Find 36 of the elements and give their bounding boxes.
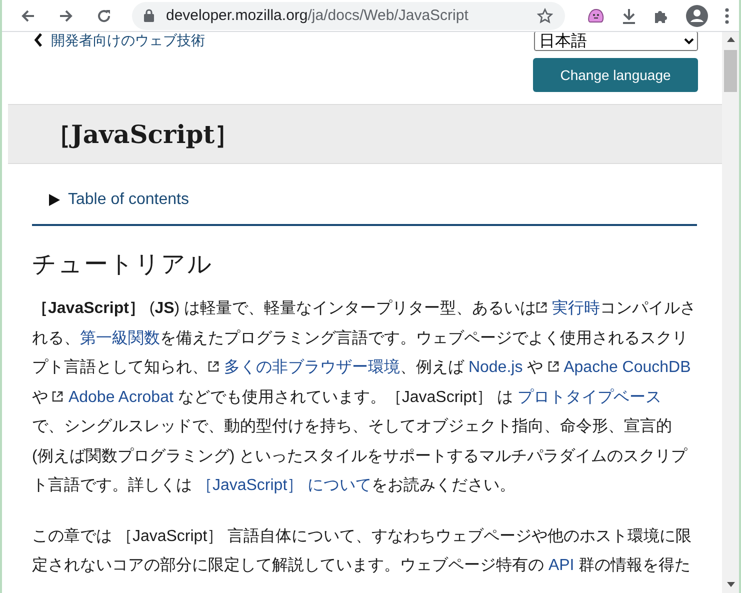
breadcrumb-link[interactable]: 開発者向けのウェブ技術 [51, 32, 205, 49]
external-link[interactable]: 多くの非ブラウザー環境 [208, 359, 400, 376]
reload-icon[interactable] [96, 8, 112, 24]
text-link[interactable]: API [548, 557, 574, 574]
bookmark-star-icon[interactable] [537, 8, 553, 24]
section-heading: チュートリアル [32, 249, 214, 280]
scroll-up-icon[interactable] [726, 37, 734, 42]
external-link-icon [208, 361, 219, 372]
forward-icon[interactable] [58, 8, 74, 24]
scroll-down-icon[interactable] [726, 582, 734, 587]
text-link[interactable]: プロトタイプベース [517, 388, 662, 406]
external-link-icon [536, 302, 548, 313]
external-link-icon [52, 390, 64, 402]
external-link[interactable]: Adobe Acrobat [52, 388, 174, 406]
text-link[interactable]: ［JavaScript］ について [196, 477, 372, 494]
change-language-button[interactable]: Change language [533, 58, 698, 92]
download-icon[interactable] [622, 8, 636, 24]
lock-icon[interactable] [144, 9, 154, 22]
page-title: ［JavaScript］ [46, 118, 240, 150]
external-link-icon [548, 361, 559, 372]
more-menu-icon[interactable] [725, 8, 729, 24]
disclosure-triangle-icon [48, 194, 60, 206]
external-link[interactable]: 実行時 [536, 300, 600, 317]
back-chevron-icon [34, 33, 43, 47]
blob-extension-icon[interactable] [587, 6, 605, 24]
paragraph: この章では ［JavaScript］ 言語自体について、すなわちウェブページや他のホスト環境に限定されないコアの部分に限定して解説しています。ウェブページ特有の API 群の情報を得た [32, 526, 693, 576]
language-select[interactable]: 日本語 [534, 32, 698, 51]
account-icon[interactable] [686, 4, 708, 26]
table-of-contents-toggle[interactable]: Table of contents [32, 164, 697, 226]
paragraph: ［JavaScript］ (JS) は軽量で、軽量なインタープリター型、あるいは 実行時コンパイルされる、第一級関数を備えたプログラミング言語です。ウェブページでよく使用されるスクリプト言語として知られ、 多くの非ブラウザー環境、例えば Node.js や Apache CouchDB や Adobe Acrobat などでも使用されています。［JavaScript］ は プロトタイプベース で、シングルスレッドで、動的型付けを持ち、そしてオブジェクト指向、命令形、宣言的 (例えば関数プログラミング) といったスタイルをサポートするマルチパラダイムのスクリプト言語です。詳しくは ［JavaScript］ について をお読みください。 [32, 298, 697, 496]
back-icon[interactable] [20, 8, 36, 24]
scrollbar-thumb[interactable] [724, 50, 737, 92]
text-link[interactable]: Node.js [468, 359, 523, 376]
text-link[interactable]: 第一級関数 [80, 330, 160, 346]
address-bar[interactable]: developer.mozilla.org/ja/docs/Web/JavaScript [132, 2, 565, 30]
external-link[interactable]: Apache CouchDB [548, 359, 691, 376]
